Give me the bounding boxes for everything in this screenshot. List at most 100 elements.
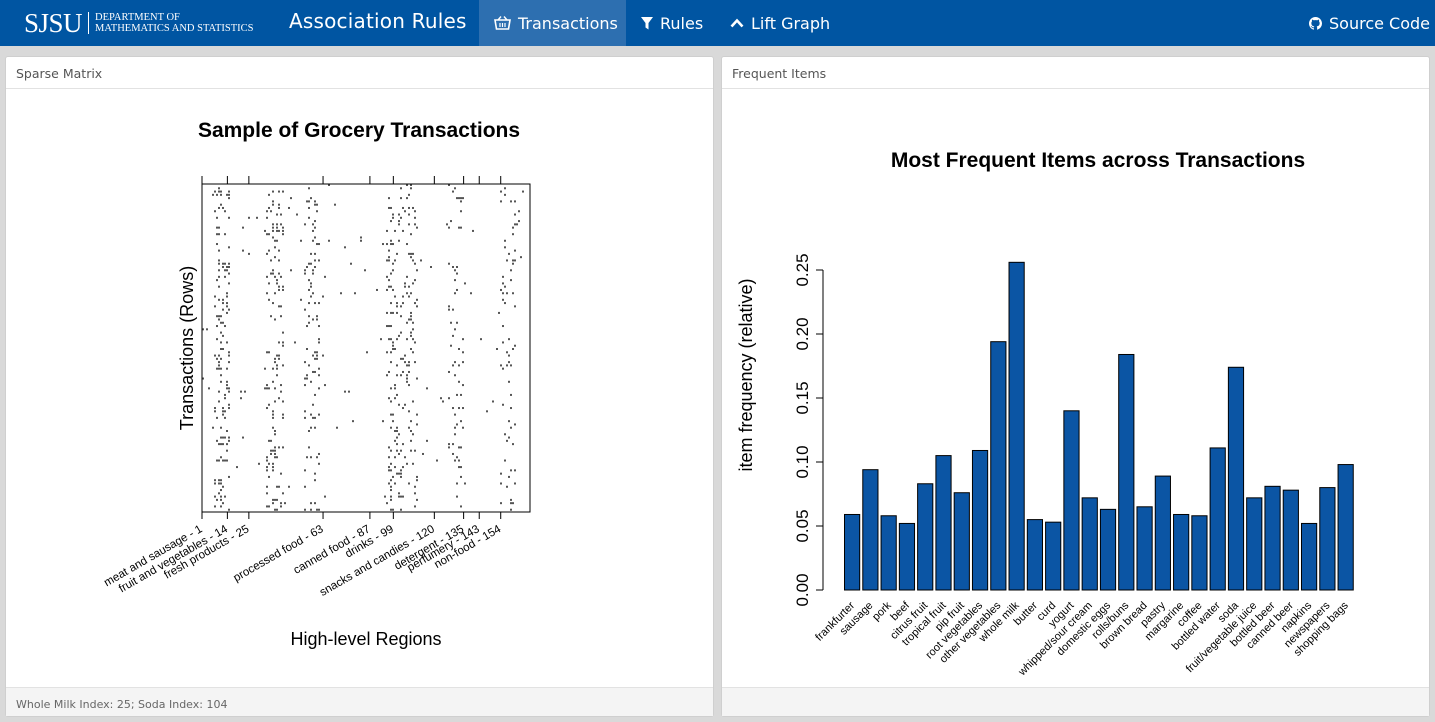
tab-lift-graph[interactable]: Lift Graph bbox=[730, 0, 830, 46]
tab-transactions[interactable]: Transactions bbox=[479, 0, 626, 46]
heatmap-cell bbox=[460, 505, 462, 508]
heatmap-cell bbox=[390, 489, 392, 492]
heatmap-cell bbox=[382, 420, 384, 423]
heatmap-cell bbox=[408, 213, 410, 216]
heatmap-cell bbox=[218, 269, 220, 272]
bar bbox=[953, 492, 970, 591]
heatmap-cell bbox=[404, 285, 406, 288]
heatmap-cell bbox=[502, 367, 504, 370]
heatmap-cell bbox=[216, 226, 218, 229]
heatmap-cell bbox=[504, 193, 506, 196]
heatmap-cell bbox=[306, 266, 308, 268]
heatmap-cell bbox=[284, 502, 286, 505]
heatmap-cell bbox=[502, 403, 504, 406]
heatmap-cell bbox=[402, 443, 404, 446]
heatmap-cell bbox=[280, 275, 282, 278]
heatmap-cell bbox=[402, 495, 404, 498]
heatmap-cell bbox=[400, 475, 402, 478]
heatmap-cell bbox=[216, 367, 218, 370]
heatmap-cell bbox=[220, 479, 222, 482]
heatmap-cell bbox=[226, 302, 228, 305]
heatmap-cell bbox=[218, 367, 220, 370]
bar bbox=[1008, 261, 1025, 591]
heatmap-cell bbox=[500, 190, 502, 193]
heatmap-cell bbox=[414, 485, 416, 488]
heatmap-cell bbox=[214, 505, 216, 508]
heatmap-cell bbox=[318, 338, 320, 341]
heatmap-cell bbox=[508, 338, 510, 341]
heatmap-cell bbox=[394, 295, 396, 298]
heatmap-cell bbox=[400, 305, 402, 308]
heatmap-cell bbox=[386, 502, 388, 505]
heatmap-cell bbox=[220, 357, 222, 360]
heatmap-cell bbox=[508, 252, 510, 255]
heatmap-cell bbox=[272, 462, 274, 465]
heatmap-cell bbox=[226, 341, 228, 344]
heatmap-cell bbox=[396, 252, 398, 255]
heatmap-cell bbox=[398, 223, 400, 226]
heatmap-cell bbox=[274, 456, 276, 459]
heatmap-cell bbox=[454, 459, 456, 462]
heatmap-cell bbox=[272, 410, 274, 413]
heatmap-cell bbox=[412, 400, 414, 403]
sjsu-logo[interactable]: SJSU DEPARTMENT OF MATHEMATICS AND STATI… bbox=[24, 6, 253, 40]
heatmap-cell bbox=[274, 256, 276, 259]
heatmap-cell bbox=[412, 433, 414, 436]
heatmap-cell bbox=[458, 446, 460, 449]
heatmap-cell bbox=[216, 498, 218, 501]
heatmap-cell bbox=[480, 338, 482, 341]
heatmap-frame bbox=[201, 183, 531, 513]
heatmap-cell bbox=[452, 452, 454, 455]
bar bbox=[1045, 521, 1062, 591]
heatmap-cell bbox=[398, 334, 400, 337]
source-code-link[interactable]: Source Code bbox=[1309, 0, 1430, 46]
heatmap-cell bbox=[272, 200, 274, 203]
heatmap-cell bbox=[422, 452, 424, 455]
heatmap-cell bbox=[282, 341, 284, 344]
heatmap-cell bbox=[278, 354, 280, 357]
heatmap-cell bbox=[220, 321, 222, 324]
heatmap-cell bbox=[506, 364, 508, 367]
heatmap-cell bbox=[316, 508, 318, 511]
heatmap-cell bbox=[280, 505, 282, 508]
heatmap-cell bbox=[392, 243, 394, 246]
heatmap-cell bbox=[462, 338, 464, 341]
heatmap-cell bbox=[510, 508, 512, 511]
heatmap-cell bbox=[522, 190, 524, 193]
heatmap-cell bbox=[450, 220, 452, 223]
heatmap-cell bbox=[274, 318, 276, 321]
heatmap-cell bbox=[408, 482, 410, 485]
heatmap-cell bbox=[214, 407, 216, 410]
heatmap-cell bbox=[248, 216, 250, 219]
heatmap-cell bbox=[398, 220, 400, 223]
heatmap-cell bbox=[402, 295, 404, 298]
heatmap-cell bbox=[224, 233, 226, 236]
heatmap-cell bbox=[288, 485, 290, 488]
heatmap-cell bbox=[400, 508, 402, 511]
heatmap-cell bbox=[318, 374, 320, 377]
heatmap-cell bbox=[218, 206, 220, 209]
heatmap-cell bbox=[216, 459, 218, 462]
heatmap-cell bbox=[316, 354, 318, 357]
app-title[interactable]: Association Rules bbox=[289, 9, 467, 33]
heatmap-cell bbox=[280, 223, 282, 226]
heatmap-cell bbox=[414, 279, 416, 282]
heatmap-cell bbox=[272, 203, 274, 206]
heatmap-cell bbox=[318, 462, 320, 465]
heatmap-cell bbox=[222, 459, 224, 462]
heatmap-cell bbox=[514, 469, 516, 472]
heatmap-cell bbox=[396, 443, 398, 446]
tab-rules[interactable]: Rules bbox=[641, 0, 703, 46]
heatmap-cell bbox=[516, 223, 518, 226]
heatmap-cell bbox=[272, 413, 274, 416]
heatmap-cell bbox=[304, 272, 306, 275]
heatmap-cell bbox=[506, 439, 508, 442]
heatmap-cell bbox=[278, 259, 280, 262]
heatmap-cell bbox=[280, 305, 282, 308]
heatmap-cell bbox=[510, 269, 512, 272]
heatmap-cell bbox=[276, 239, 278, 242]
heatmap-cell bbox=[410, 292, 412, 295]
bar bbox=[1173, 513, 1190, 591]
heatmap-cell bbox=[408, 426, 410, 429]
heatmap-cell bbox=[268, 193, 270, 196]
